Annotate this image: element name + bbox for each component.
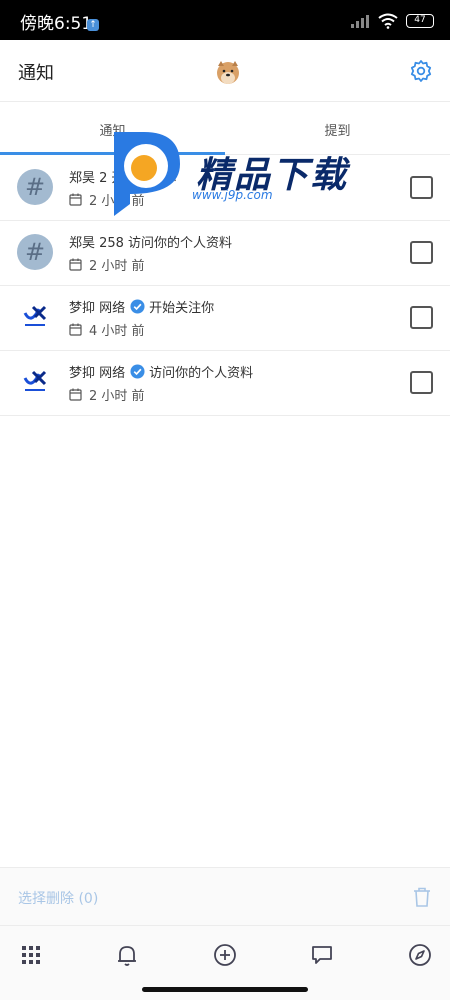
page-title: 通知 [18,63,54,84]
logo-icon[interactable] [17,364,53,400]
hash-icon[interactable]: # [17,169,53,205]
calendar-icon [69,193,82,206]
settings-gear-icon[interactable] [409,59,433,83]
bell-icon[interactable] [115,943,139,967]
verified-badge-icon [130,299,145,314]
notification-time: 4 小时 前 [69,320,145,339]
status-time: 傍晚6:51 [20,14,93,34]
notification-row[interactable]: 梦抑 网络 访问你的个人资料 2 小时 前 [0,351,450,416]
notification-time: 2 小时 前 [69,385,145,404]
tab-bar: 通知 提到 [0,103,450,155]
dog-avatar-icon[interactable] [213,57,243,87]
header: 通知 [0,40,450,102]
calendar-icon [69,388,82,401]
add-circle-icon[interactable] [213,943,237,967]
select-checkbox[interactable] [410,176,433,199]
delete-action-bar: 选择删除 (0) [0,867,450,925]
notification-time-text: 2 小时 前 [89,389,145,404]
apps-grid-icon[interactable] [19,943,43,967]
notification-time: 2 小时 前 [69,190,145,209]
notification-row[interactable]: # 郑昊 258 访问你的个人资料 2 小时 前 [0,221,450,286]
calendar-icon [69,258,82,271]
notification-time-text: 2 小时 前 [89,194,145,209]
tab-active-indicator [0,152,225,155]
notification-user[interactable]: 郑昊 258 [69,232,124,251]
notification-user[interactable]: 郑昊 2 [69,167,107,186]
tab-mentions[interactable]: 提到 [225,120,450,139]
tab-notifications[interactable]: 通知 [0,120,225,139]
hash-icon[interactable]: # [17,234,53,270]
battery-icon: 47 [406,14,434,28]
notification-time-text: 4 小时 前 [89,324,145,339]
notification-text: 郑昊 258 访问你的个人资料 [69,232,232,251]
notification-action: 开始关注你 [149,301,215,316]
notification-user[interactable]: 梦抑 网络 [69,297,125,316]
trash-icon[interactable] [413,887,431,907]
select-checkbox[interactable] [410,241,433,264]
notification-app-icon: ↑ [87,19,99,31]
signal-icon [351,15,369,28]
notification-list: # 郑昊 2 开始关注你 2 小时 前 # 郑昊 258 访问你的个人资料 2 … [0,156,450,416]
notification-time: 2 小时 前 [69,255,145,274]
calendar-icon [69,323,82,336]
select-checkbox[interactable] [410,306,433,329]
status-bar: 傍晚6:51 ↑ 47 [0,0,450,40]
select-checkbox[interactable] [410,371,433,394]
notification-text: 郑昊 2 开始关注你 [69,167,176,186]
notification-text: 梦抑 网络 开始关注你 [69,297,214,316]
select-delete-button[interactable]: 选择删除 (0) [18,888,98,908]
status-icons: 47 [350,12,434,30]
notification-row[interactable]: # 郑昊 2 开始关注你 2 小时 前 [0,156,450,221]
compass-icon[interactable] [408,943,432,967]
logo-icon[interactable] [17,299,53,335]
verified-badge-icon [130,364,145,379]
notification-user[interactable]: 梦抑 网络 [69,362,125,381]
home-indicator[interactable] [142,987,308,992]
notification-action: 访问你的个人资料 [127,236,232,251]
wifi-icon [378,13,398,29]
notification-action: 开始关注你 [111,171,177,186]
chat-icon[interactable] [310,943,334,967]
notification-text: 梦抑 网络 访问你的个人资料 [69,362,253,381]
notification-time-text: 2 小时 前 [89,259,145,274]
notification-row[interactable]: 梦抑 网络 开始关注你 4 小时 前 [0,286,450,351]
notification-action: 访问你的个人资料 [149,366,254,381]
